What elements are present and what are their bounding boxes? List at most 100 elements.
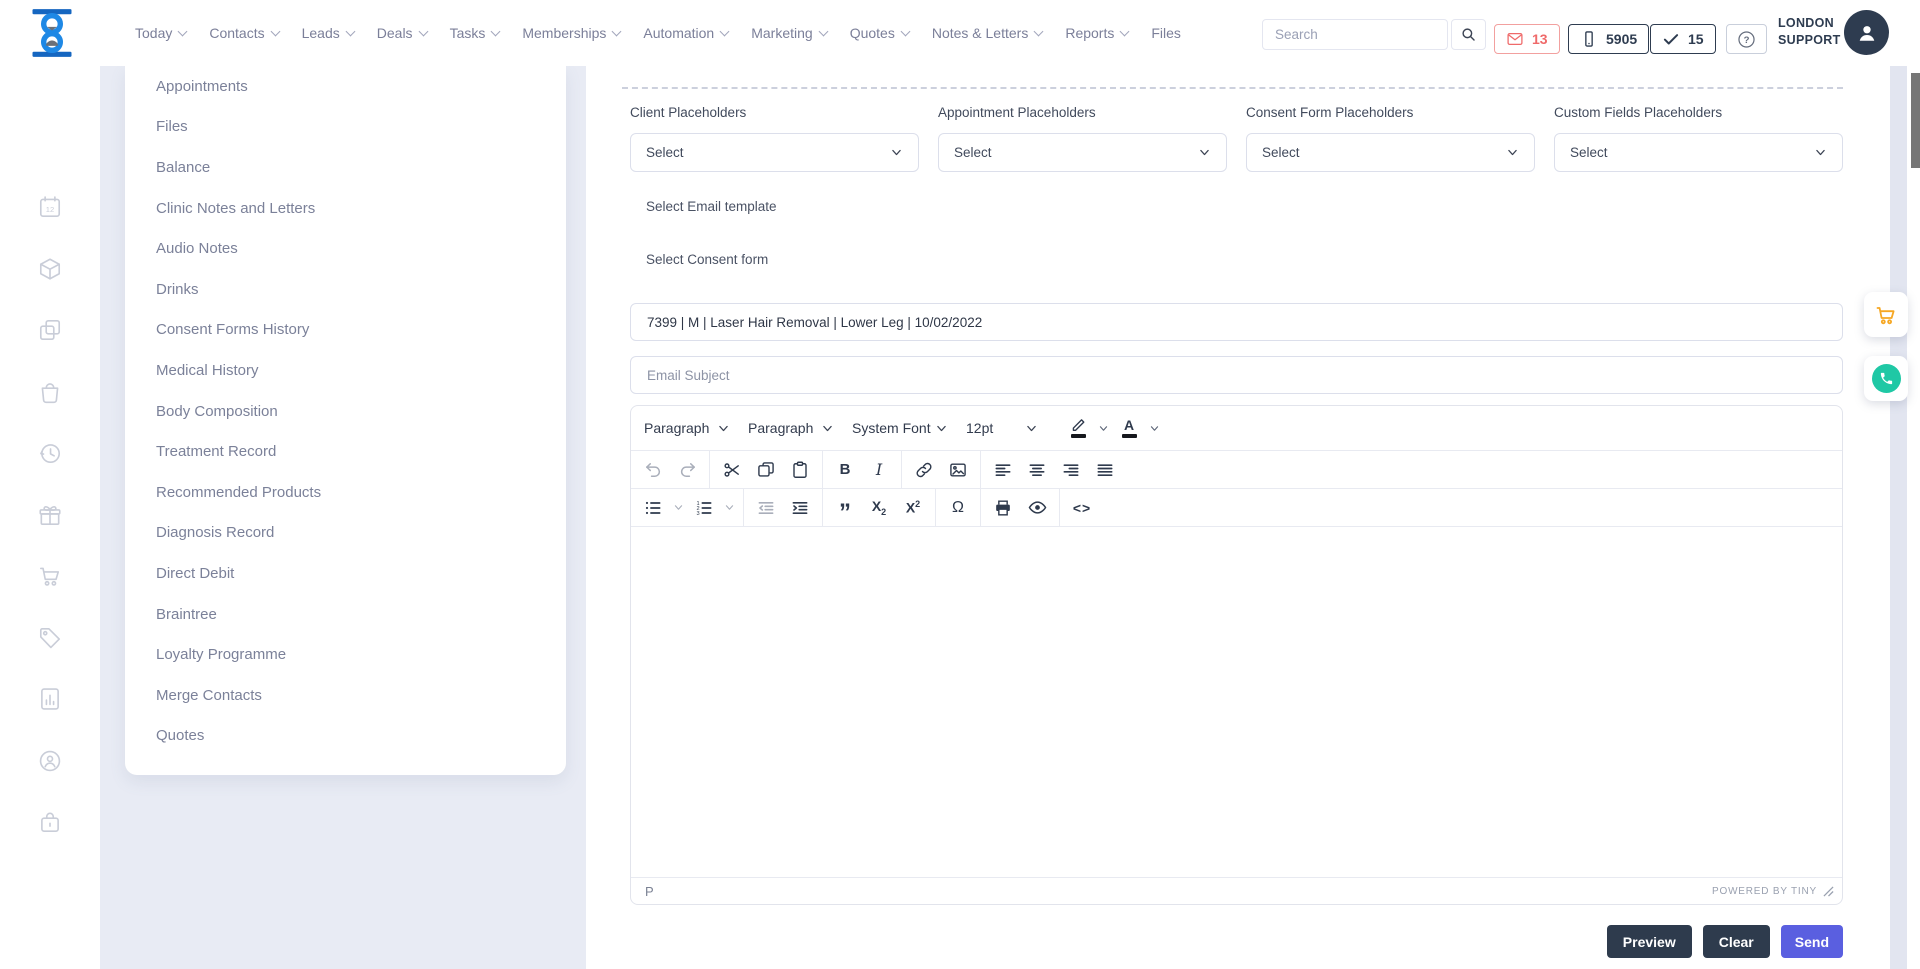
sidebar-item[interactable]: Medical History <box>125 350 566 391</box>
sidebar-item[interactable]: Clinic Notes and Letters <box>125 188 566 229</box>
align-justify-button[interactable] <box>1088 455 1122 485</box>
history-icon[interactable] <box>37 440 63 466</box>
outdent-button[interactable] <box>749 493 783 523</box>
element-path[interactable]: P <box>645 884 654 899</box>
scrollbar-thumb[interactable] <box>1911 73 1920 168</box>
package-icon[interactable] <box>37 256 63 282</box>
text-color-button[interactable]: A <box>1112 413 1146 443</box>
appointment-subject-input[interactable] <box>630 303 1843 341</box>
inner-scrollbar-track[interactable] <box>1890 66 1907 969</box>
help-button[interactable]: ? <box>1726 24 1767 54</box>
bullet-list-button[interactable] <box>636 493 670 523</box>
placeholder-select[interactable]: Select <box>1246 133 1535 172</box>
cart-widget-button[interactable] <box>1864 292 1908 337</box>
preview-button[interactable] <box>1020 493 1054 523</box>
search-button[interactable] <box>1451 19 1486 50</box>
italic-button[interactable]: I <box>862 455 896 485</box>
messages-badge[interactable]: 13 <box>1494 24 1560 54</box>
sidebar-item[interactable]: Merge Contacts <box>125 675 566 716</box>
sidebar-item[interactable]: Audio Notes <box>125 228 566 269</box>
sidebar-item[interactable]: Braintree <box>125 594 566 635</box>
sidebar-item[interactable]: Treatment Record <box>125 431 566 472</box>
select-consent-form-link[interactable]: Select Consent form <box>646 252 768 267</box>
select-email-template-link[interactable]: Select Email template <box>646 199 777 214</box>
calls-badge[interactable]: 5905 <box>1568 24 1649 54</box>
tag-icon[interactable] <box>37 625 63 651</box>
nav-item[interactable]: Tasks <box>450 25 500 41</box>
sidebar-item[interactable]: Appointments <box>125 66 566 107</box>
lock-icon[interactable] <box>37 809 63 835</box>
avatar[interactable] <box>1844 10 1889 55</box>
bold-button[interactable]: B <box>828 455 862 485</box>
support-icon[interactable] <box>37 748 63 774</box>
sidebar-item[interactable]: Diagnosis Record <box>125 513 566 554</box>
calendar-icon[interactable]: 12 <box>37 194 63 220</box>
special-character-button[interactable]: Ω <box>941 493 975 523</box>
nav-item[interactable]: Today <box>135 25 186 41</box>
nav-item[interactable]: Files <box>1151 25 1181 41</box>
redo-button[interactable] <box>670 455 704 485</box>
app-logo-hourglass-icon[interactable] <box>28 7 76 59</box>
placeholder-select[interactable]: Select <box>938 133 1227 172</box>
block-format-select[interactable]: Paragraph <box>635 412 739 445</box>
align-center-button[interactable] <box>1020 455 1054 485</box>
copy-button[interactable] <box>749 455 783 485</box>
font-size-select[interactable]: 12pt <box>957 412 1047 445</box>
sidebar-item[interactable]: Drinks <box>125 269 566 310</box>
highlight-color-menu-button[interactable] <box>1095 413 1112 443</box>
sidebar-item[interactable]: Files <box>125 107 566 148</box>
sidebar-item[interactable]: Loyalty Programme <box>125 634 566 675</box>
shopping-bag-icon[interactable] <box>37 379 63 405</box>
font-family-select[interactable]: System Font <box>843 412 957 445</box>
indent-button[interactable] <box>783 493 817 523</box>
preview-email-button[interactable]: Preview <box>1607 925 1692 958</box>
sidebar-item[interactable]: Body Composition <box>125 391 566 432</box>
nav-item[interactable]: Deals <box>377 25 427 41</box>
cart-icon[interactable] <box>37 563 63 589</box>
phone-widget-button[interactable] <box>1864 356 1908 401</box>
email-subject-input[interactable] <box>630 356 1843 394</box>
align-left-button[interactable] <box>986 455 1020 485</box>
sidebar-item[interactable]: Direct Debit <box>125 553 566 594</box>
resize-handle-icon[interactable] <box>1823 886 1834 897</box>
text-color-menu-button[interactable] <box>1146 413 1163 443</box>
source-code-button[interactable]: <> <box>1065 493 1099 523</box>
sidebar-item[interactable]: Consent Forms History <box>125 310 566 351</box>
numbered-list-button[interactable]: 123 <box>687 493 721 523</box>
insert-link-button[interactable] <box>907 455 941 485</box>
placeholder-select[interactable]: Select <box>1554 133 1843 172</box>
paste-button[interactable] <box>783 455 817 485</box>
nav-item[interactable]: Automation <box>643 25 728 41</box>
nav-item[interactable]: Contacts <box>209 25 278 41</box>
bullet-list-menu-button[interactable] <box>670 493 687 523</box>
clear-email-button[interactable]: Clear <box>1703 925 1770 958</box>
editor-content-area[interactable] <box>631 527 1842 877</box>
superscript-button[interactable]: X2 <box>896 493 930 523</box>
blockquote-button[interactable]: ” <box>828 493 862 523</box>
highlight-color-button[interactable] <box>1061 413 1095 443</box>
numbered-list-menu-button[interactable] <box>721 493 738 523</box>
placeholder-select[interactable]: Select <box>630 133 919 172</box>
nav-item[interactable]: Marketing <box>751 25 826 41</box>
nav-item[interactable]: Notes & Letters <box>932 25 1043 41</box>
cut-button[interactable] <box>715 455 749 485</box>
sidebar-item[interactable]: Recommended Products <box>125 472 566 513</box>
nav-item[interactable]: Leads <box>302 25 354 41</box>
gift-icon[interactable] <box>37 502 63 528</box>
align-right-button[interactable] <box>1054 455 1088 485</box>
paragraph-style-select[interactable]: Paragraph <box>739 412 843 445</box>
sidebar-item[interactable]: Quotes <box>125 716 566 757</box>
insert-image-button[interactable] <box>941 455 975 485</box>
duplicate-icon[interactable] <box>37 317 63 343</box>
search-input[interactable] <box>1262 19 1448 50</box>
print-button[interactable] <box>986 493 1020 523</box>
tasks-done-badge[interactable]: 15 <box>1650 24 1716 54</box>
nav-item[interactable]: Quotes <box>850 25 909 41</box>
powered-by-tiny[interactable]: POWERED BY TINY <box>1712 886 1817 897</box>
nav-item[interactable]: Reports <box>1065 25 1128 41</box>
nav-item[interactable]: Memberships <box>522 25 620 41</box>
send-email-button[interactable]: Send <box>1781 925 1843 958</box>
subscript-button[interactable]: X2 <box>862 493 896 523</box>
sidebar-item[interactable]: Balance <box>125 147 566 188</box>
report-icon[interactable] <box>37 686 63 712</box>
